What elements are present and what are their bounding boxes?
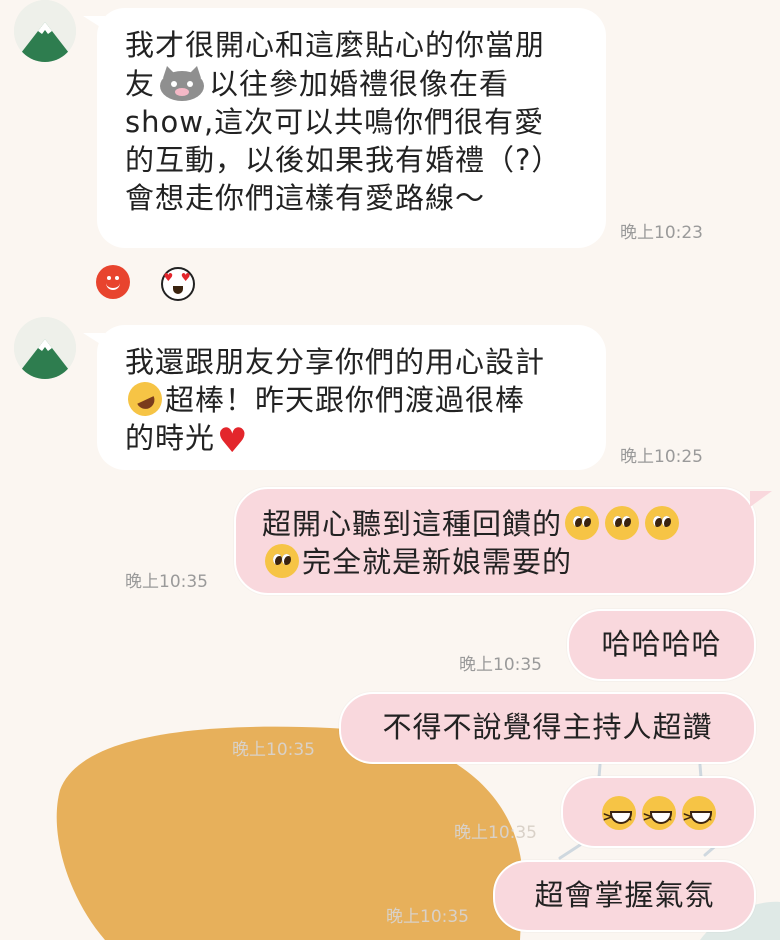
message-timestamp: 晚上10:23 bbox=[620, 223, 703, 243]
message-line: 超開心聽到這種回饋的 bbox=[262, 505, 730, 543]
contact-avatar[interactable] bbox=[14, 317, 76, 379]
smile-reaction-icon[interactable] bbox=[96, 265, 130, 299]
message-line: 完全就是新娘需要的 bbox=[262, 543, 730, 581]
heart-eyes-reaction-icon[interactable]: ♥ ♥ bbox=[161, 267, 195, 301]
message-line: 我才很開心和這麼貼心的你當朋 bbox=[125, 28, 546, 62]
incoming-message-2[interactable]: 我還跟朋友分享你們的用心設計 超棒！昨天跟你們渡過很棒 的時光♥ bbox=[83, 325, 606, 470]
message-line: 的互動，以後如果我有婚禮（?） bbox=[125, 143, 562, 177]
message-text: 超會掌握氣氛 bbox=[534, 878, 715, 912]
message-text: 友 bbox=[125, 67, 156, 101]
message-text: 完全就是新娘需要的 bbox=[302, 545, 573, 579]
outgoing-message-2[interactable]: 哈哈哈哈 bbox=[567, 609, 756, 681]
message-text: 哈哈哈哈 bbox=[601, 627, 722, 661]
mountain-avatar-icon bbox=[14, 317, 76, 379]
grinning-squinting-emoji-icon bbox=[601, 796, 636, 837]
message-timestamp: 晚上10:35 bbox=[125, 572, 208, 592]
outgoing-message-1[interactable]: 超開心聽到這種回饋的 完全就是新娘需要的 bbox=[234, 487, 772, 595]
pleading-face-emoji-icon bbox=[265, 544, 299, 578]
rolling-laughing-emoji-icon bbox=[122, 376, 168, 422]
message-timestamp: 晚上10:25 bbox=[620, 447, 703, 467]
grinning-squinting-emoji-icon bbox=[681, 796, 716, 837]
outgoing-message-5[interactable]: 超會掌握氣氛 bbox=[493, 860, 756, 932]
message-text: 不得不說覺得主持人超讚 bbox=[382, 710, 713, 744]
message-text: 超棒！昨天跟你們渡過很棒 bbox=[165, 383, 526, 417]
message-line: 我還跟朋友分享你們的用心設計 bbox=[125, 345, 546, 379]
outgoing-message-4[interactable] bbox=[561, 776, 756, 848]
grinning-squinting-emoji-icon bbox=[641, 796, 676, 837]
mountain-avatar-icon bbox=[14, 0, 76, 62]
message-line: 友 以往參加婚禮很像在看 bbox=[125, 64, 582, 103]
message-timestamp: 晚上10:35 bbox=[386, 907, 469, 927]
pleading-face-emoji-icon bbox=[645, 506, 680, 540]
message-timestamp: 晚上10:35 bbox=[459, 655, 542, 675]
incoming-message-1[interactable]: 我才很開心和這麼貼心的你當朋 友 以往參加婚禮很像在看 show,這次可以共鳴你們… bbox=[83, 8, 606, 248]
message-timestamp: 晚上10:35 bbox=[454, 823, 537, 843]
message-line: 的時光♥ bbox=[125, 419, 582, 460]
outgoing-message-3[interactable]: 不得不說覺得主持人超讚 bbox=[339, 692, 756, 764]
message-text: 的時光 bbox=[125, 421, 216, 455]
cat-sticker-icon bbox=[157, 64, 207, 102]
pleading-face-emoji-icon bbox=[565, 506, 600, 540]
message-line: show,這次可以共鳴你們很有愛 bbox=[125, 105, 545, 139]
message-text: 以往參加婚禮很像在看 bbox=[209, 67, 510, 101]
message-timestamp: 晚上10:35 bbox=[232, 740, 315, 760]
red-heart-icon: ♥ bbox=[217, 421, 249, 461]
contact-avatar[interactable] bbox=[14, 0, 76, 62]
pleading-face-emoji-icon bbox=[605, 506, 640, 540]
message-text: 超開心聽到這種回饋的 bbox=[262, 507, 563, 541]
message-line: 超棒！昨天跟你們渡過很棒 bbox=[122, 376, 582, 422]
message-line: 會想走你們這樣有愛路線～ bbox=[125, 181, 486, 215]
